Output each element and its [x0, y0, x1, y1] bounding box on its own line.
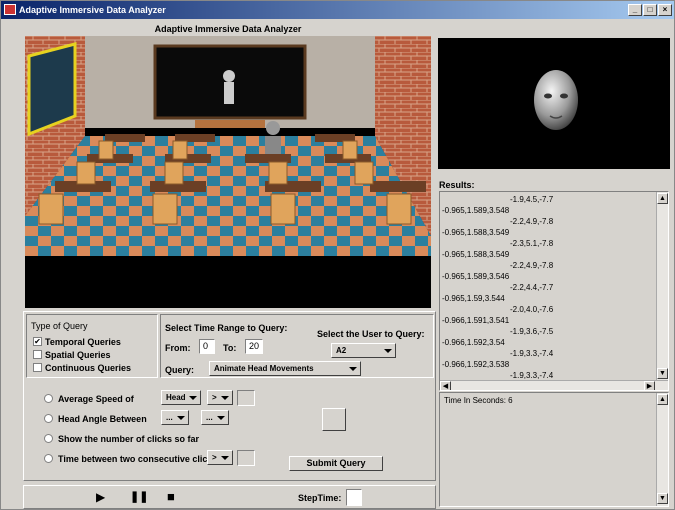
result-line: -2.2,4.9,-7.8	[510, 217, 554, 226]
chevron-down-icon	[217, 416, 225, 420]
average-speed-label: Average Speed of	[58, 394, 134, 404]
window-title: Adaptive Immersive Data Analyzer	[19, 5, 166, 15]
time-between-clicks-radio[interactable]	[44, 454, 53, 463]
result-line: -0.965,1.588,3.549	[442, 250, 510, 259]
chevron-down-icon	[221, 396, 229, 400]
pause-icon[interactable]: ❚❚	[130, 490, 148, 503]
average-speed-value-input[interactable]	[237, 390, 255, 406]
results-scrollbar[interactable]: ▲ ▼	[656, 192, 668, 380]
result-line: -0.966,1.592,3.54	[442, 338, 505, 347]
time-range-box: Select Time Range to Query: From: 0 To: …	[160, 314, 434, 378]
scene-title: Adaptive Immersive Data Analyzer	[154, 24, 302, 34]
scroll-left-arrow-icon[interactable]: ◀	[440, 381, 451, 390]
time-scroll-up-icon[interactable]: ▲	[657, 394, 668, 405]
average-speed-radio[interactable]	[44, 394, 53, 403]
temporal-queries-checkbox[interactable]: ✔	[33, 337, 42, 346]
chevron-down-icon	[221, 456, 229, 460]
steptime-label: StepTime:	[298, 493, 342, 503]
chevron-down-icon	[349, 367, 357, 371]
time-between-clicks-label: Time between two consecutive clicks	[58, 454, 218, 464]
stop-icon[interactable]: ■	[167, 489, 175, 504]
results-lines: -1.9,4.5,-7.7 -0.965,1.589,3.548 -2.2,4.9,…	[442, 194, 648, 381]
results-panel: Results: -1.9,4.5,-7.7 -0.965,1.589,3.548…	[438, 177, 670, 392]
result-line: -0.965,1.588,3.549	[442, 228, 510, 237]
chevron-down-icon	[384, 349, 392, 353]
results-list[interactable]: -1.9,4.5,-7.7 -0.965,1.589,3.548 -2.2,4.9,…	[439, 191, 669, 391]
scene-panel: Adaptive Immersive Data Analyzer	[23, 21, 433, 309]
to-input[interactable]: 20	[245, 339, 263, 354]
scroll-up-arrow-icon[interactable]: ▲	[657, 193, 668, 204]
average-speed-part-select[interactable]: Head	[161, 390, 201, 405]
result-line: -2.0,4.0,-7.6	[510, 305, 554, 314]
to-label: To:	[223, 343, 237, 353]
scroll-down-arrow-icon[interactable]: ▼	[657, 368, 668, 379]
time-in-seconds-text: Time In Seconds: 6	[444, 396, 513, 405]
head-angle-from-value: ...	[166, 413, 173, 422]
time-between-operator-select[interactable]: >	[207, 450, 233, 465]
avatar-face-view[interactable]	[438, 38, 670, 169]
spatial-queries-label: Spatial Queries	[45, 350, 111, 360]
query-label: Query:	[165, 365, 195, 375]
play-icon[interactable]: ▶	[96, 490, 105, 504]
clicks-count-radio[interactable]	[44, 434, 53, 443]
user-select-label: Select the User to Query:	[317, 329, 425, 339]
close-button[interactable]: ×	[658, 4, 672, 16]
chevron-down-icon	[189, 396, 197, 400]
result-line: -0.965,1.589,3.548	[442, 206, 510, 215]
average-speed-part-value: Head	[166, 393, 186, 402]
maximize-button[interactable]: □	[643, 4, 657, 16]
result-line: -1.9,3.6,-7.5	[510, 327, 554, 336]
result-line: -1.9,3.3,-7.4	[510, 349, 554, 358]
from-label: From:	[165, 343, 191, 353]
time-scroll-down-icon[interactable]: ▼	[657, 493, 668, 504]
scroll-right-arrow-icon[interactable]: ▶	[644, 381, 655, 390]
head-angle-to-select[interactable]: ...	[201, 410, 229, 425]
continuous-queries-checkbox[interactable]	[33, 363, 42, 372]
result-line: -0.966,1.591,3.541	[442, 316, 510, 325]
steptime-input[interactable]	[346, 489, 362, 506]
time-range-header: Select Time Range to Query:	[165, 323, 288, 333]
result-line: -0.966,1.592,3.538	[442, 360, 510, 369]
query-panel: Type of Query ✔ Temporal Queries Spatial…	[23, 311, 436, 481]
query-select-value: Animate Head Movements	[214, 364, 314, 373]
result-line: -0.965,1.589,3.546	[442, 272, 510, 281]
query-type-box: Type of Query ✔ Temporal Queries Spatial…	[26, 314, 158, 378]
results-hscrollbar[interactable]: ◀ ▶	[440, 380, 668, 390]
time-between-value-input[interactable]	[237, 450, 255, 466]
playback-bar: ▶ ❚❚ ■ StepTime:	[23, 485, 436, 509]
results-label: Results:	[439, 180, 475, 190]
continuous-queries-label: Continuous Queries	[45, 363, 132, 373]
time-scrollbar[interactable]: ▲ ▼	[656, 393, 668, 506]
head-angle-to-value: ...	[206, 413, 213, 422]
minimize-button[interactable]: _	[628, 4, 642, 16]
head-angle-radio[interactable]	[44, 414, 53, 423]
clicks-count-label: Show the number of clicks so far	[58, 434, 200, 444]
result-line: -1.9,4.5,-7.7	[510, 195, 554, 204]
submit-query-button[interactable]: Submit Query	[289, 456, 383, 471]
color-swatch-button[interactable]	[322, 408, 346, 431]
title-bar: Adaptive Immersive Data Analyzer _ □ ×	[1, 1, 674, 19]
chevron-down-icon	[177, 416, 185, 420]
time-between-operator-value: >	[212, 453, 217, 462]
app-window: Adaptive Immersive Data Analyzer _ □ × A…	[0, 0, 675, 510]
result-line: -2.2,4.9,-7.8	[510, 261, 554, 270]
head-angle-from-select[interactable]: ...	[161, 410, 189, 425]
average-speed-operator-select[interactable]: >	[207, 390, 233, 405]
query-select[interactable]: Animate Head Movements	[209, 361, 361, 376]
classroom-view[interactable]	[25, 36, 431, 308]
user-select[interactable]: A2	[331, 343, 396, 358]
query-type-header: Type of Query	[31, 321, 88, 331]
app-icon	[4, 4, 16, 15]
average-speed-operator-value: >	[212, 393, 217, 402]
spatial-queries-checkbox[interactable]	[33, 350, 42, 359]
time-panel: Time In Seconds: 6 ▲ ▼	[439, 392, 669, 507]
result-line: -2.3,5.1,-7.8	[510, 239, 554, 248]
result-line: -2.2,4.4,-7.7	[510, 283, 554, 292]
temporal-queries-label: Temporal Queries	[45, 337, 121, 347]
user-select-value: A2	[336, 346, 347, 355]
result-line: -0.965,1.59,3.544	[442, 294, 505, 303]
head-angle-label: Head Angle Between	[58, 414, 147, 424]
from-input[interactable]: 0	[199, 339, 215, 354]
